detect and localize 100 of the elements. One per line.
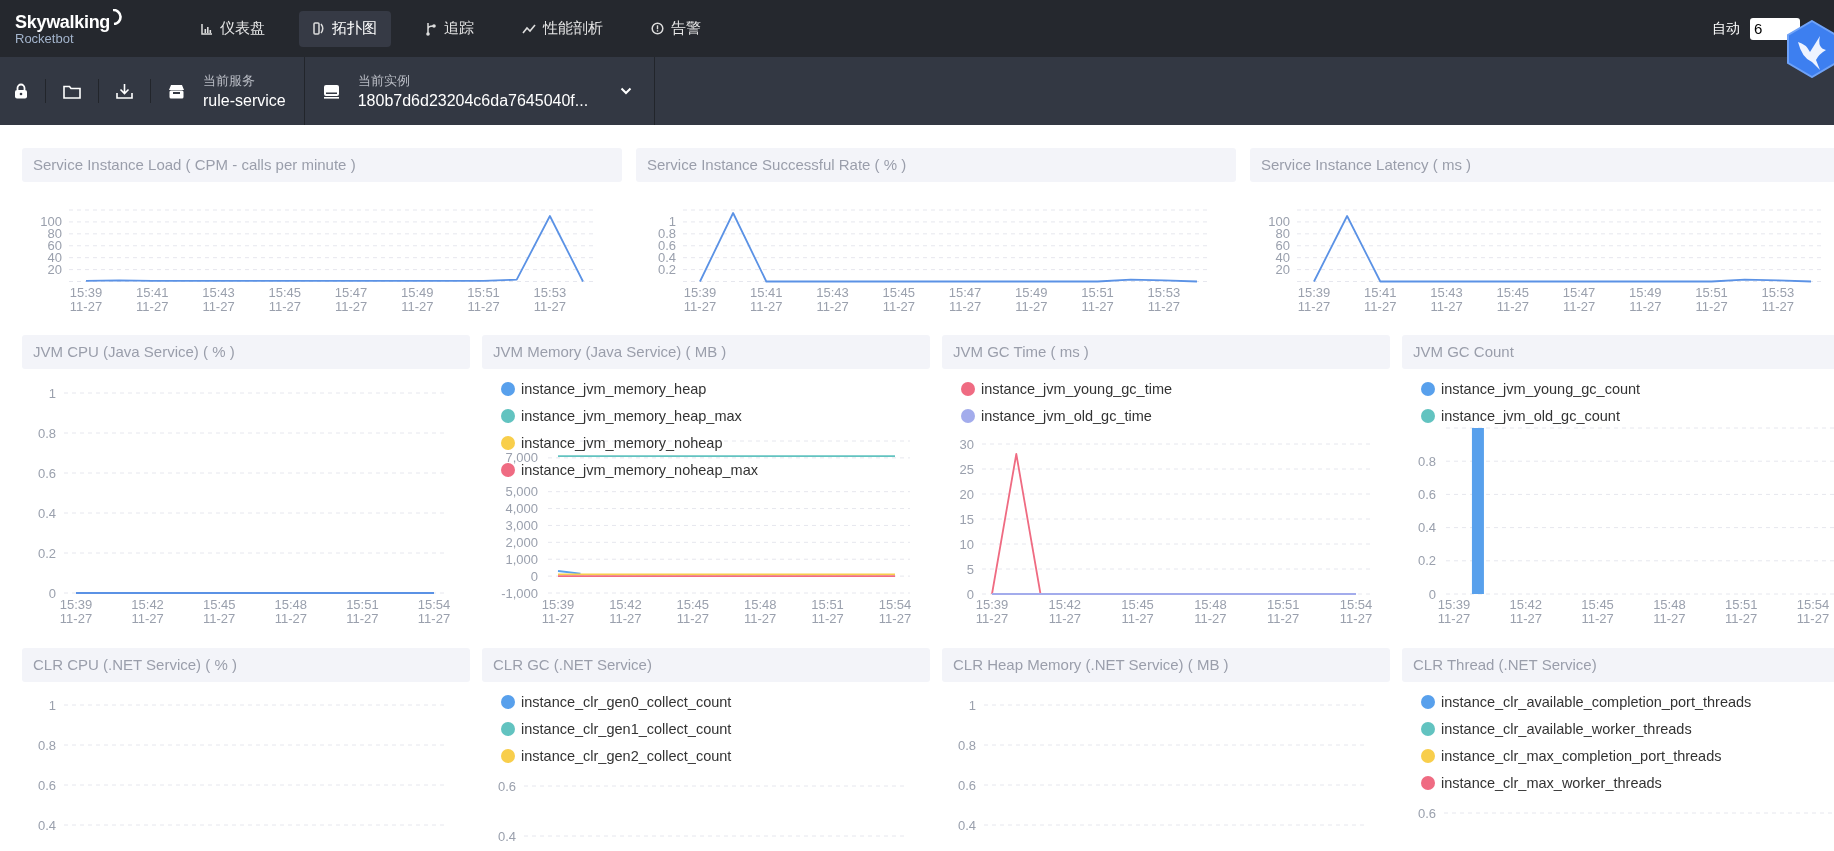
axis-label: 0.4 <box>37 817 56 833</box>
axis-label: 15:47 11-27 <box>948 285 982 314</box>
bar-chart-icon <box>201 22 213 35</box>
trend-icon <box>522 23 536 34</box>
server-icon <box>322 83 340 99</box>
axis-label: 15:54 11-27 <box>417 597 451 626</box>
axis-label: 15:42 11-27 <box>609 597 642 626</box>
nav-tab[interactable]: 告警 <box>637 10 715 47</box>
axis-label: 15:41 11-27 <box>750 285 783 314</box>
axis-label: 0.8 <box>37 425 56 441</box>
current-instance-value[interactable]: 180b7d6d23204c6da7645040f... <box>357 92 589 110</box>
axis-label: 25 <box>959 461 974 477</box>
panel-title: CLR GC (.NET Service) <box>482 648 930 682</box>
axis-label: 1 <box>48 385 56 401</box>
axis-label: 15:43 11-27 <box>202 285 235 314</box>
legend-label[interactable]: instance_clr_gen0_collect_count <box>521 694 732 710</box>
panel-title: JVM GC Time ( ms ) <box>942 335 1390 369</box>
axis-label: 15 <box>959 511 974 527</box>
axis-label: 15:54 11-27 <box>878 597 912 626</box>
panel-title: Service Instance Latency ( ms ) <box>1250 148 1834 182</box>
refresh-interval-field[interactable]: 6 <box>1750 17 1800 40</box>
lock-icon[interactable] <box>14 83 28 99</box>
axis-label: 20 <box>959 486 974 502</box>
download-icon[interactable] <box>116 83 133 99</box>
axis-label: 15:45 11-27 <box>1121 597 1154 626</box>
axis-label: 3,000 <box>505 517 538 533</box>
chevron-down-icon[interactable] <box>620 87 633 95</box>
legend-label[interactable]: instance_clr_available_worker_threads <box>1441 721 1692 737</box>
axis-label: 15:45 11-27 <box>1496 285 1530 314</box>
legend-label[interactable]: instance_jvm_young_gc_count <box>1441 381 1641 397</box>
axis-label: 15:54 11-27 <box>1796 597 1830 626</box>
alert-icon <box>651 22 664 35</box>
legend-label[interactable]: instance_jvm_memory_noheap_max <box>521 462 758 478</box>
axis-label: 0.4 <box>37 505 56 521</box>
axis-label: 0.6 <box>37 777 56 793</box>
axis-label: 0.4 <box>1417 520 1436 536</box>
current-service-value[interactable]: rule-service <box>203 92 286 110</box>
axis-label: 15:39 11-27 <box>541 597 575 626</box>
current-instance-label: 当前实例 <box>357 72 411 90</box>
axis-label: 15:51 11-27 <box>811 597 844 626</box>
axis-label: 15:41 11-27 <box>136 285 169 314</box>
panel-title: CLR Thread (.NET Service) <box>1402 648 1834 682</box>
axis-label: 5,000 <box>505 484 538 500</box>
axis-label: 1 <box>968 697 976 713</box>
branch-icon <box>425 21 437 36</box>
axis-label: 15:43 11-27 <box>816 285 849 314</box>
axis-label: 2,000 <box>505 534 538 550</box>
axis-label: 15:48 11-27 <box>1194 597 1227 626</box>
legend-label[interactable]: instance_jvm_old_gc_time <box>981 408 1152 424</box>
legend-label[interactable]: instance_jvm_memory_heap_max <box>521 408 742 424</box>
nav-tab[interactable]: 拓扑图 <box>299 10 391 47</box>
axis-label: 15:47 11-27 <box>1562 285 1596 314</box>
panel-title: Service Instance Successful Rate ( % ) <box>636 148 1236 182</box>
legend-label[interactable]: instance_jvm_memory_noheap <box>521 435 723 451</box>
axis-label: 15:39 11-27 <box>59 597 93 626</box>
topology-icon <box>313 22 325 35</box>
nav-tab[interactable]: 性能剖析 <box>508 10 617 47</box>
panel-title: CLR CPU (.NET Service) ( % ) <box>22 648 470 682</box>
axis-label: 15:53 11-27 <box>1761 285 1795 314</box>
legend-label[interactable]: instance_clr_available_completion_port_threads <box>1441 694 1752 710</box>
folder-icon[interactable] <box>63 83 81 99</box>
panel-title: CLR Heap Memory (.NET Service) ( MB ) <box>942 648 1390 682</box>
axis-label: 0.8 <box>37 737 56 753</box>
panel-title: JVM CPU (Java Service) ( % ) <box>22 335 470 369</box>
axis-label: 15:42 11-27 <box>131 597 164 626</box>
axis-label: 0.6 <box>1417 486 1436 502</box>
legend-label[interactable]: instance_jvm_memory_heap <box>521 381 707 397</box>
legend-label[interactable]: instance_clr_max_worker_threads <box>1441 775 1662 791</box>
axis-label: 15:51 11-27 <box>1724 597 1758 626</box>
axis-label: 15:49 11-27 <box>1629 285 1662 314</box>
axis-label: 15:51 11-27 <box>1081 285 1114 314</box>
axis-label: 0 <box>1428 586 1436 602</box>
axis-label: 15:49 11-27 <box>401 285 434 314</box>
legend-label[interactable]: instance_clr_max_completion_port_threads <box>1441 748 1722 764</box>
axis-label: 0.6 <box>497 778 516 794</box>
axis-label: 15:45 11-27 <box>1581 597 1614 626</box>
nav-tab[interactable]: 追踪 <box>411 10 488 47</box>
axis-label: 4,000 <box>505 501 538 517</box>
axis-label: 0 <box>48 585 56 601</box>
nav-tab[interactable]: 仪表盘 <box>187 10 279 47</box>
axis-label: 0.4 <box>497 828 516 844</box>
axis-label: 0 <box>966 586 974 602</box>
axis-label: 0 <box>530 568 538 584</box>
axis-label: 15:45 11-27 <box>202 597 236 626</box>
legend-label[interactable]: instance_clr_gen1_collect_count <box>521 721 732 737</box>
logo-text: Skywalking <box>15 11 111 32</box>
axis-label: 15:48 11-27 <box>743 597 777 626</box>
axis-label: 15:39 11-27 <box>1437 597 1471 626</box>
legend-label[interactable]: instance_jvm_old_gc_count <box>1441 408 1620 424</box>
legend-label[interactable]: instance_clr_gen2_collect_count <box>521 748 732 764</box>
app-subtitle: Rocketbot <box>15 31 74 46</box>
axis-label: 15:47 11-27 <box>334 285 368 314</box>
axis-label: 0.2 <box>37 545 56 561</box>
axis-label: 15:51 11-27 <box>346 597 379 626</box>
axis-label: 15:39 11-27 <box>975 597 1009 626</box>
axis-label: 0.8 <box>1417 453 1436 469</box>
axis-label: 5 <box>966 561 974 577</box>
axis-label: 15:45 11-27 <box>676 597 710 626</box>
legend-label[interactable]: instance_jvm_young_gc_time <box>981 381 1173 397</box>
axis-label: 15:45 11-27 <box>882 285 916 314</box>
